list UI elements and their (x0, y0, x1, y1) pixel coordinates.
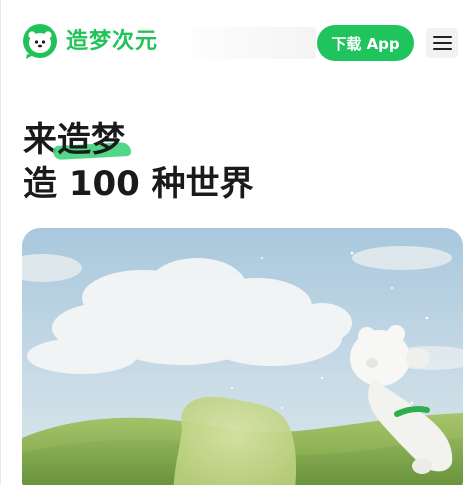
hero-line-2: 造 100 种世界 (23, 164, 254, 204)
brand-name: 造梦次元 (66, 29, 159, 54)
mascot-sky-meadow-illustration (22, 228, 463, 485)
page: 造梦次元 下载 App 来造梦 造 100 种世界 (0, 0, 476, 485)
header-fade-decoration (171, 27, 316, 59)
hero-line-1-prefix: 来 (23, 120, 57, 160)
site-header: 造梦次元 下载 App (1, 0, 476, 86)
hamburger-menu-icon (432, 36, 452, 50)
hero-line-1: 来造梦 (23, 118, 254, 162)
mascot-logo-icon (23, 24, 57, 59)
hero-highlight: 造梦 (52, 118, 132, 162)
hero-heading: 来造梦 造 100 种世界 (23, 118, 254, 206)
hero-banner-image (22, 228, 463, 485)
hero-highlight-text: 造梦 (57, 120, 125, 160)
menu-button[interactable] (426, 28, 458, 58)
download-app-button[interactable]: 下载 App (317, 25, 414, 61)
brand[interactable]: 造梦次元 (22, 24, 158, 60)
